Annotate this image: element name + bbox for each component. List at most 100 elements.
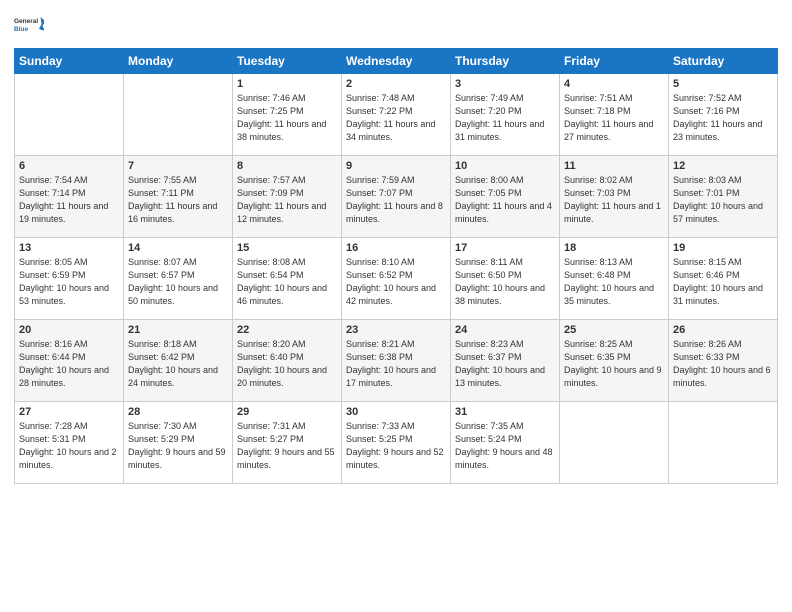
day-number: 3 (455, 78, 555, 90)
logo-icon: General Blue (14, 10, 44, 40)
weekday-header-wednesday: Wednesday (342, 49, 451, 74)
day-info: Sunrise: 7:49 AMSunset: 7:20 PMDaylight:… (455, 92, 555, 144)
day-number: 12 (673, 160, 773, 172)
day-info: Sunrise: 8:02 AMSunset: 7:03 PMDaylight:… (564, 174, 664, 226)
calendar-table: SundayMondayTuesdayWednesdayThursdayFrid… (14, 48, 778, 484)
weekday-header-monday: Monday (124, 49, 233, 74)
page-container: General Blue SundayMondayTuesdayWednesda… (0, 0, 792, 494)
day-info: Sunrise: 7:59 AMSunset: 7:07 PMDaylight:… (346, 174, 446, 226)
header: General Blue (14, 10, 778, 40)
day-info: Sunrise: 7:52 AMSunset: 7:16 PMDaylight:… (673, 92, 773, 144)
day-info: Sunrise: 8:11 AMSunset: 6:50 PMDaylight:… (455, 256, 555, 308)
day-cell: 13 Sunrise: 8:05 AMSunset: 6:59 PMDayligh… (15, 238, 124, 320)
day-cell: 1Sunrise: 7:46 AMSunset: 7:25 PMDaylight… (233, 74, 342, 156)
day-info: Sunrise: 8:25 AMSunset: 6:35 PMDaylight:… (564, 338, 664, 390)
day-number: 31 (455, 406, 555, 418)
day-info: Sunrise: 8:20 AMSunset: 6:40 PMDaylight:… (237, 338, 337, 390)
day-cell: 23 Sunrise: 8:21 AMSunset: 6:38 PMDayligh… (342, 320, 451, 402)
logo: General Blue (14, 10, 48, 40)
day-cell (560, 402, 669, 484)
day-cell: 25 Sunrise: 8:25 AMSunset: 6:35 PMDayligh… (560, 320, 669, 402)
day-number: 30 (346, 406, 446, 418)
day-cell: 21Sunrise: 8:18 AMSunset: 6:42 PMDayligh… (124, 320, 233, 402)
day-info: Sunrise: 8:23 AMSunset: 6:37 PMDaylight:… (455, 338, 555, 390)
day-cell: 3 Sunrise: 7:49 AMSunset: 7:20 PMDaylight… (451, 74, 560, 156)
week-row-2: 6 Sunrise: 7:54 AMSunset: 7:14 PMDaylight… (15, 156, 778, 238)
day-number: 13 (19, 242, 119, 254)
day-info: Sunrise: 7:51 AMSunset: 7:18 PMDaylight:… (564, 92, 664, 144)
day-info: Sunrise: 7:48 AMSunset: 7:22 PMDaylight:… (346, 92, 446, 144)
day-number: 17 (455, 242, 555, 254)
day-cell: 19 Sunrise: 8:15 AMSunset: 6:46 PMDayligh… (669, 238, 778, 320)
day-cell: 15 Sunrise: 8:08 AMSunset: 6:54 PMDayligh… (233, 238, 342, 320)
day-cell: 9 Sunrise: 7:59 AMSunset: 7:07 PMDaylight… (342, 156, 451, 238)
weekday-header-thursday: Thursday (451, 49, 560, 74)
weekday-header-friday: Friday (560, 49, 669, 74)
day-info: Sunrise: 8:03 AMSunset: 7:01 PMDaylight:… (673, 174, 773, 226)
day-cell: 12 Sunrise: 8:03 AMSunset: 7:01 PMDayligh… (669, 156, 778, 238)
day-cell: 10 Sunrise: 8:00 AMSunset: 7:05 PMDayligh… (451, 156, 560, 238)
day-cell: 11 Sunrise: 8:02 AMSunset: 7:03 PMDayligh… (560, 156, 669, 238)
day-cell: 5 Sunrise: 7:52 AMSunset: 7:16 PMDaylight… (669, 74, 778, 156)
day-number: 15 (237, 242, 337, 254)
day-info: Sunrise: 7:28 AMSunset: 5:31 PMDaylight:… (19, 420, 119, 472)
day-info: Sunrise: 8:00 AMSunset: 7:05 PMDaylight:… (455, 174, 555, 226)
day-number: 21 (128, 324, 228, 336)
weekday-header-saturday: Saturday (669, 49, 778, 74)
day-number: 8 (237, 160, 337, 172)
day-cell: 6 Sunrise: 7:54 AMSunset: 7:14 PMDaylight… (15, 156, 124, 238)
day-info: Sunrise: 7:54 AMSunset: 7:14 PMDaylight:… (19, 174, 119, 226)
weekday-header-sunday: Sunday (15, 49, 124, 74)
day-number: 14 (128, 242, 228, 254)
day-info: Sunrise: 8:05 AMSunset: 6:59 PMDaylight:… (19, 256, 119, 308)
day-number: 29 (237, 406, 337, 418)
day-number: 24 (455, 324, 555, 336)
day-cell: 16 Sunrise: 8:10 AMSunset: 6:52 PMDayligh… (342, 238, 451, 320)
day-number: 10 (455, 160, 555, 172)
day-number: 18 (564, 242, 664, 254)
day-cell (669, 402, 778, 484)
day-cell: 20Sunrise: 8:16 AMSunset: 6:44 PMDayligh… (15, 320, 124, 402)
weekday-header-tuesday: Tuesday (233, 49, 342, 74)
day-info: Sunrise: 8:07 AMSunset: 6:57 PMDaylight:… (128, 256, 228, 308)
day-cell: 30 Sunrise: 7:33 AMSunset: 5:25 PMDayligh… (342, 402, 451, 484)
day-info: Sunrise: 7:57 AMSunset: 7:09 PMDaylight:… (237, 174, 337, 226)
day-info: Sunrise: 8:15 AMSunset: 6:46 PMDaylight:… (673, 256, 773, 308)
day-info: Sunrise: 8:08 AMSunset: 6:54 PMDaylight:… (237, 256, 337, 308)
day-number: 4 (564, 78, 664, 90)
week-row-4: 20Sunrise: 8:16 AMSunset: 6:44 PMDayligh… (15, 320, 778, 402)
day-number: 5 (673, 78, 773, 90)
day-cell: 14 Sunrise: 8:07 AMSunset: 6:57 PMDayligh… (124, 238, 233, 320)
day-number: 9 (346, 160, 446, 172)
day-info: Sunrise: 8:13 AMSunset: 6:48 PMDaylight:… (564, 256, 664, 308)
day-info: Sunrise: 8:10 AMSunset: 6:52 PMDaylight:… (346, 256, 446, 308)
day-cell: 18 Sunrise: 8:13 AMSunset: 6:48 PMDayligh… (560, 238, 669, 320)
day-number: 19 (673, 242, 773, 254)
day-number: 28 (128, 406, 228, 418)
day-cell (15, 74, 124, 156)
day-cell: 8 Sunrise: 7:57 AMSunset: 7:09 PMDaylight… (233, 156, 342, 238)
day-number: 11 (564, 160, 664, 172)
day-cell: 22 Sunrise: 8:20 AMSunset: 6:40 PMDayligh… (233, 320, 342, 402)
week-row-1: 1Sunrise: 7:46 AMSunset: 7:25 PMDaylight… (15, 74, 778, 156)
day-number: 6 (19, 160, 119, 172)
day-cell: 17 Sunrise: 8:11 AMSunset: 6:50 PMDayligh… (451, 238, 560, 320)
day-cell: 27Sunrise: 7:28 AMSunset: 5:31 PMDayligh… (15, 402, 124, 484)
week-row-5: 27Sunrise: 7:28 AMSunset: 5:31 PMDayligh… (15, 402, 778, 484)
day-number: 16 (346, 242, 446, 254)
day-cell (124, 74, 233, 156)
day-cell: 28Sunrise: 7:30 AMSunset: 5:29 PMDayligh… (124, 402, 233, 484)
day-number: 22 (237, 324, 337, 336)
day-cell: 26Sunrise: 8:26 AMSunset: 6:33 PMDayligh… (669, 320, 778, 402)
day-cell: 29Sunrise: 7:31 AMSunset: 5:27 PMDayligh… (233, 402, 342, 484)
day-number: 2 (346, 78, 446, 90)
weekday-header-row: SundayMondayTuesdayWednesdayThursdayFrid… (15, 49, 778, 74)
day-info: Sunrise: 8:21 AMSunset: 6:38 PMDaylight:… (346, 338, 446, 390)
day-info: Sunrise: 7:33 AMSunset: 5:25 PMDaylight:… (346, 420, 446, 472)
svg-text:Blue: Blue (14, 26, 28, 33)
day-number: 23 (346, 324, 446, 336)
day-info: Sunrise: 8:16 AMSunset: 6:44 PMDaylight:… (19, 338, 119, 390)
day-cell: 31Sunrise: 7:35 AMSunset: 5:24 PMDayligh… (451, 402, 560, 484)
day-cell: 4 Sunrise: 7:51 AMSunset: 7:18 PMDaylight… (560, 74, 669, 156)
day-number: 25 (564, 324, 664, 336)
